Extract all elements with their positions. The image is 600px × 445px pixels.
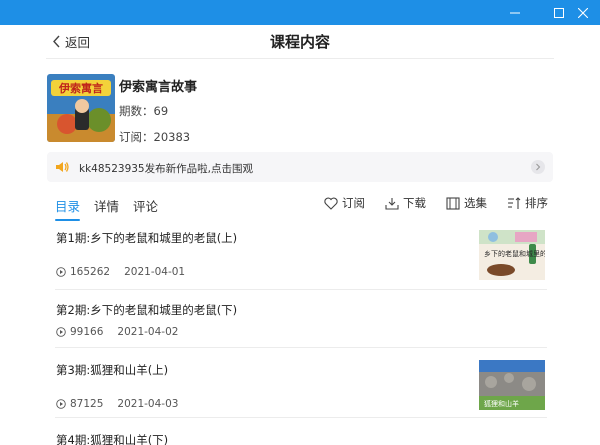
sort-button[interactable]: 排序 [507, 195, 548, 211]
publish-date: 2021-04-01 [124, 266, 186, 278]
course-title: 伊索寓言故事 [119, 80, 198, 95]
window-titlebar [0, 0, 600, 25]
download-icon [385, 197, 399, 210]
cover-logo-text: 伊索寓言 [58, 81, 103, 95]
sort-label: 排序 [525, 196, 548, 210]
page-title: 课程内容 [269, 33, 330, 51]
speaker-icon [56, 162, 69, 172]
download-button[interactable]: 下载 [385, 195, 426, 211]
toolbar-actions: 订阅 下载 选集 排序 [324, 195, 548, 211]
play-count: 165262 [70, 266, 111, 278]
episode-meta: 99166 2021-04-02 [56, 326, 178, 338]
play-count-icon [56, 399, 66, 409]
list-item[interactable]: 第2期:乡下的老鼠和城里的老鼠(下) 99166 2021-04-02 [55, 290, 547, 348]
list-item[interactable]: 第3期:狐狸和山羊(上) 87125 2021-04-03 狐狸和山羊 [55, 348, 547, 418]
episode-title: 第4期:狐狸和山羊(下) [56, 433, 169, 445]
heart-icon [324, 197, 338, 210]
minimize-icon[interactable] [498, 0, 532, 25]
episode-meta: 165262 2021-04-01 [56, 266, 185, 278]
content-tabs: 目录 详情 评论 [55, 196, 158, 221]
course-episodes: 期数：69 [119, 104, 169, 118]
episode-thumbnail: 狐狸和山羊 [479, 360, 545, 410]
close-icon[interactable] [566, 0, 600, 25]
thumbnail-caption: 乡下的老鼠和城里的老鼠 [484, 249, 545, 258]
sort-icon [508, 196, 521, 209]
select-episodes-label: 选集 [464, 196, 487, 210]
subscribe-label: 订阅 [342, 196, 365, 210]
subscribe-button[interactable]: 订阅 [324, 195, 365, 211]
play-count: 87125 [70, 398, 104, 410]
episode-title: 第1期:乡下的老鼠和城里的老鼠(上) [56, 231, 238, 245]
publish-date: 2021-04-03 [117, 398, 179, 410]
film-icon [446, 196, 460, 210]
episode-title: 第3期:狐狸和山羊(上) [56, 363, 169, 377]
thumbnail-caption: 狐狸和山羊 [484, 399, 519, 408]
chevron-right-icon[interactable] [531, 160, 545, 174]
play-count-icon [56, 267, 66, 277]
notice-text: kk48523935发布新作品啦,点击围观 [79, 163, 253, 175]
tab-comments[interactable]: 评论 [133, 196, 158, 219]
publish-date: 2021-04-02 [117, 326, 179, 338]
select-episodes-button[interactable]: 选集 [446, 195, 487, 211]
list-item[interactable]: 第1期:乡下的老鼠和城里的老鼠(上) 165262 2021-04-01 乡下的… [55, 222, 547, 290]
course-cover-image: 伊索寓言 [47, 74, 115, 142]
tab-details[interactable]: 详情 [94, 196, 119, 219]
page-header: 返回 课程内容 [46, 26, 554, 59]
course-subscribers: 订阅：20383 [119, 130, 191, 144]
download-label: 下载 [403, 196, 426, 210]
episode-meta: 87125 2021-04-03 [56, 398, 178, 410]
list-item[interactable]: 第4期:狐狸和山羊(下) [55, 418, 547, 445]
tab-catalog[interactable]: 目录 [55, 196, 81, 221]
notice-bar[interactable]: kk48523935发布新作品啦,点击围观 [47, 152, 553, 182]
episode-thumbnail: 乡下的老鼠和城里的老鼠 [479, 230, 545, 280]
play-count-icon [56, 327, 66, 337]
play-count: 99166 [70, 326, 104, 338]
episode-title: 第2期:乡下的老鼠和城里的老鼠(下) [56, 303, 238, 317]
